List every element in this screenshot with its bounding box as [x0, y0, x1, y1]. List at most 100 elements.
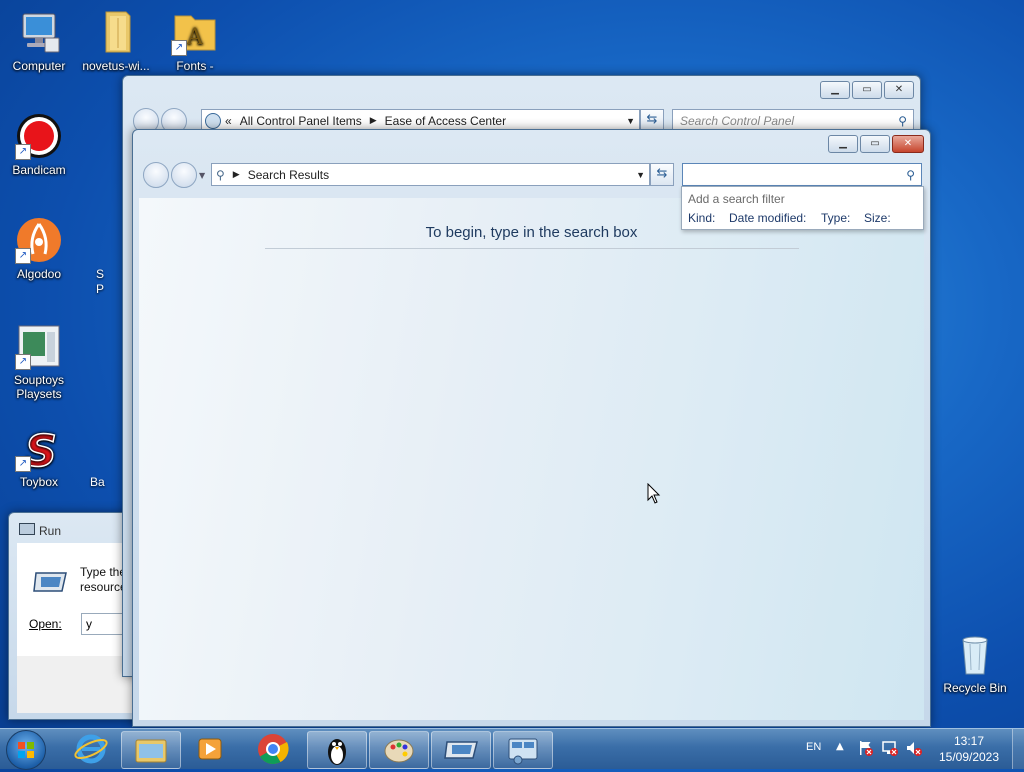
windows-logo-icon — [18, 742, 34, 758]
internet-explorer-icon — [74, 734, 108, 764]
computer-icon — [15, 8, 63, 56]
shortcut-arrow-icon: ↗ — [15, 248, 31, 264]
folder-icon — [92, 8, 140, 56]
shortcut-arrow-icon: ↗ — [15, 354, 31, 370]
dropdown-arrow-icon[interactable]: ▼ — [636, 170, 645, 180]
desktop-icon-bandicam[interactable]: ↗ Bandicam — [1, 112, 77, 177]
action-center-flag-icon[interactable] — [857, 739, 875, 760]
filter-date-modified[interactable]: Date modified: — [729, 211, 806, 225]
divider — [265, 248, 799, 249]
breadcrumb-item[interactable]: Ease of Access Center — [385, 114, 506, 128]
shortcut-arrow-icon: ↗ — [15, 456, 31, 472]
search-icon[interactable]: ⚲ — [906, 168, 915, 182]
run-program-icon — [32, 571, 68, 596]
search-icon: ⚲ — [898, 113, 907, 128]
desktop-icon-recycle-bin[interactable]: Recycle Bin — [937, 630, 1013, 695]
desktop-icon-label: Bandicam — [12, 163, 66, 177]
show-hidden-icons-icon[interactable]: ▲ — [836, 741, 844, 752]
control-panel-icon — [508, 738, 538, 765]
partial-desktop-label: S — [96, 267, 105, 281]
penguin-icon — [328, 739, 346, 765]
search-results-window[interactable]: ▁ ▭ ✕ ▼ ⚲ ▶ Search Results ▼ ⇆ ⚲ To begi… — [132, 129, 931, 727]
breadcrumb-separator-icon: ▶ — [232, 169, 240, 179]
breadcrumb-item[interactable]: All Control Panel Items — [240, 114, 362, 128]
address-bar[interactable]: ⚲ ▶ Search Results ▼ — [211, 163, 650, 186]
toybox-icon: S ↗ — [15, 424, 63, 478]
taskbar-media-player[interactable] — [181, 731, 239, 767]
algodoo-icon: ↗ — [15, 216, 63, 264]
close-button[interactable]: ✕ — [892, 135, 924, 153]
search-filter-popup: Add a search filter Kind: Date modified:… — [681, 186, 924, 230]
desktop-icon-souptoys[interactable]: ↗ Souptoys Playsets — [1, 322, 77, 401]
filter-kind[interactable]: Kind: — [688, 211, 715, 225]
taskbar-tux-app[interactable] — [307, 731, 367, 769]
breadcrumb-overflow[interactable]: « — [225, 114, 232, 128]
filter-popup-title: Add a search filter — [688, 192, 785, 206]
clock-time[interactable]: 13:17 — [934, 734, 1004, 748]
shortcut-arrow-icon: ↗ — [171, 40, 187, 56]
clock-date[interactable]: 15/09/2023 — [934, 750, 1004, 764]
run-icon — [444, 741, 478, 759]
bandicam-icon: ↗ — [15, 112, 63, 160]
dropdown-arrow-icon[interactable]: ▼ — [626, 116, 635, 126]
minimize-button[interactable]: ▁ — [820, 81, 850, 99]
address-text: Search Results — [247, 167, 330, 182]
fonts-folder-icon: A ↗ — [171, 8, 219, 56]
taskbar-windows-explorer[interactable] — [121, 731, 181, 769]
taskbar-internet-explorer[interactable] — [62, 731, 120, 767]
show-desktop-button[interactable] — [1012, 729, 1024, 769]
search-placeholder: Search Control Panel — [680, 113, 795, 128]
chrome-icon — [258, 734, 289, 765]
control-panel-icon — [205, 112, 221, 129]
desktop-icon-novetus-folder[interactable]: novetus-wi... — [78, 8, 154, 73]
run-footer — [17, 656, 139, 713]
results-pane[interactable]: To begin, type in the search box — [139, 198, 924, 720]
souptoys-icon: ↗ — [15, 322, 63, 370]
desktop-icon-label: Fonts - — [176, 59, 214, 73]
back-button[interactable] — [143, 162, 169, 188]
desktop-icon-computer[interactable]: Computer — [1, 8, 77, 73]
open-label: Open: — [29, 617, 62, 631]
volume-muted-icon[interactable] — [905, 739, 923, 760]
search-folder-icon: ⚲ — [216, 167, 225, 182]
run-title-icon — [19, 523, 35, 535]
language-indicator[interactable]: EN — [806, 741, 821, 753]
run-title: Run — [39, 524, 62, 538]
desktop-icon-label: Souptoys Playsets — [13, 373, 65, 401]
maximize-button[interactable]: ▭ — [860, 135, 890, 153]
taskbar-paint[interactable] — [369, 731, 429, 769]
partial-desktop-label: Ba — [90, 475, 105, 489]
paint-palette-icon — [384, 739, 414, 763]
window-controls: ▁ ▭ ✕ — [820, 81, 914, 99]
history-dropdown-icon[interactable]: ▼ — [199, 171, 205, 180]
desktop-icon-fonts[interactable]: A ↗ Fonts - — [157, 8, 233, 73]
close-button[interactable]: ✕ — [884, 81, 914, 99]
minimize-button[interactable]: ▁ — [828, 135, 858, 153]
desktop-icon-algodoo[interactable]: ↗ Algodoo — [1, 216, 77, 281]
desktop-icon-label: Algodoo — [16, 267, 62, 281]
taskbar-control-panel[interactable] — [493, 731, 553, 769]
run-body — [17, 543, 139, 656]
maximize-button[interactable]: ▭ — [852, 81, 882, 99]
folder-icon — [135, 739, 167, 763]
start-button[interactable] — [6, 730, 46, 770]
forward-button[interactable] — [171, 162, 197, 188]
desktop-icon-label: Recycle Bin — [943, 681, 1007, 695]
media-player-icon — [198, 738, 222, 760]
breadcrumb-separator-icon: ▶ — [369, 115, 377, 125]
taskbar-run[interactable] — [431, 731, 491, 769]
desktop-icon-label: novetus-wi... — [82, 59, 150, 73]
mouse-cursor-icon — [647, 482, 661, 508]
network-icon[interactable] — [881, 739, 899, 760]
run-dialog[interactable]: Run Type the resource Open: y — [8, 512, 143, 720]
taskbar-chrome[interactable] — [244, 731, 302, 767]
open-input-value: y — [86, 617, 92, 631]
desktop-icon-label: Computer — [12, 59, 66, 73]
search-input[interactable]: ⚲ — [682, 163, 922, 186]
filter-type[interactable]: Type: — [821, 211, 850, 225]
refresh-button[interactable]: ⇆ — [650, 163, 674, 186]
filter-size[interactable]: Size: — [864, 211, 891, 225]
desktop-icon-toybox[interactable]: S ↗ Toybox — [1, 424, 77, 489]
partial-desktop-label: P — [96, 282, 105, 296]
desktop-icon-label: Toybox — [19, 475, 59, 489]
